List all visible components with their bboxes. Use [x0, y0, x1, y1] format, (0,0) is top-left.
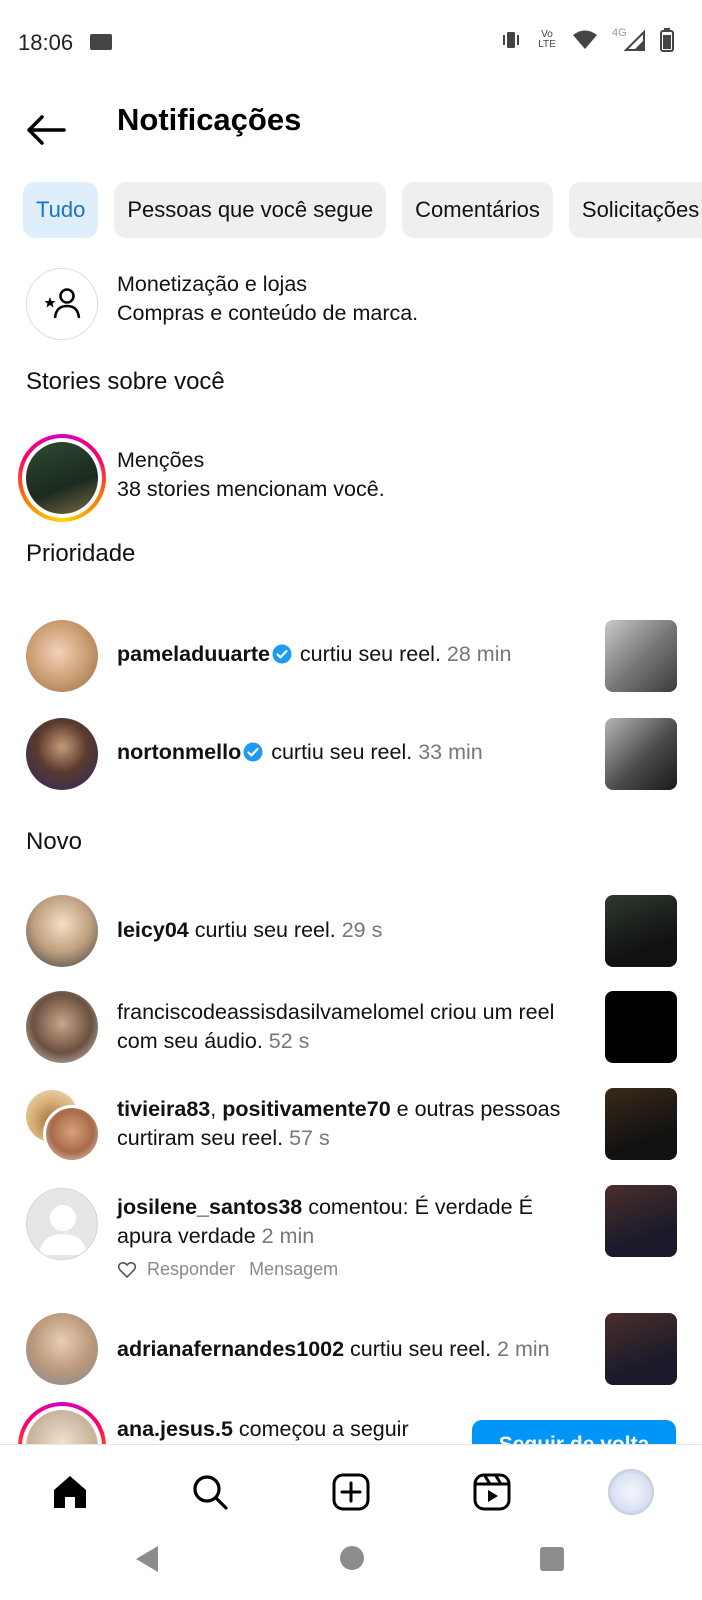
- nav-profile[interactable]: [606, 1467, 656, 1517]
- status-time: 18:06: [18, 30, 74, 55]
- reply-button[interactable]: Responder: [147, 1259, 235, 1280]
- create-post-icon: [332, 1473, 370, 1511]
- section-new: Novo: [26, 828, 83, 855]
- chip-all[interactable]: Tudo: [23, 182, 99, 238]
- reel-thumbnail[interactable]: [605, 718, 677, 790]
- notification-time: 57 s: [289, 1126, 330, 1150]
- reel-thumbnail[interactable]: [605, 895, 677, 967]
- notification-time: 29 s: [341, 918, 383, 942]
- chip-requests[interactable]: Solicitações: [568, 182, 702, 238]
- notification-time: 28 min: [446, 642, 512, 666]
- reel-thumbnail[interactable]: [605, 1088, 677, 1160]
- notification-text[interactable]: pameladuuarte curtiu seu reel. 28 min: [117, 640, 511, 669]
- profile-avatar: [608, 1469, 654, 1515]
- mentions-avatar-image: [26, 442, 98, 514]
- notification-text[interactable]: nortonmello curtiu seu reel. 33 min: [117, 738, 483, 767]
- notification-time: 2 min: [497, 1337, 550, 1361]
- username[interactable]: josilene_santos38: [117, 1195, 302, 1219]
- avatar[interactable]: [26, 1313, 98, 1385]
- reel-thumbnail[interactable]: [605, 1313, 677, 1385]
- page-title: Notificações: [117, 102, 302, 137]
- verified-badge-icon: [243, 742, 263, 762]
- nav-create[interactable]: [326, 1467, 376, 1517]
- comment-actions: Responder Mensagem: [117, 1259, 338, 1280]
- notification-action: curtiu seu reel.: [299, 642, 441, 666]
- chip-following[interactable]: Pessoas que você segue: [114, 182, 387, 238]
- notification-text[interactable]: josilene_santos38 comentou: É verdade É …: [117, 1193, 577, 1251]
- avatar[interactable]: [26, 620, 98, 692]
- username[interactable]: pameladuuarte: [117, 642, 270, 666]
- bottom-navigation: [0, 1444, 702, 1544]
- username[interactable]: positivamente70: [222, 1097, 390, 1121]
- avatar[interactable]: [26, 1188, 98, 1260]
- notification-action: começou a seguir: [238, 1417, 409, 1441]
- monetization-subtitle: Compras e conteúdo de marca.: [117, 301, 419, 325]
- nav-reels[interactable]: [467, 1467, 517, 1517]
- reel-thumbnail[interactable]: [605, 991, 677, 1063]
- chip-comments[interactable]: Comentários: [402, 182, 553, 238]
- status-bar: 18:06 Vo LTE 4G: [0, 0, 702, 88]
- avatar[interactable]: [26, 991, 98, 1063]
- reels-icon: [473, 1473, 511, 1511]
- system-home-icon[interactable]: [340, 1546, 364, 1570]
- notification-text[interactable]: franciscodeassisdasilvamelomel criou um …: [117, 998, 577, 1056]
- vibrate-icon: [503, 32, 519, 48]
- username[interactable]: adrianafernandes1002: [117, 1337, 344, 1361]
- nav-home[interactable]: [45, 1467, 95, 1517]
- system-navigation: [0, 1544, 702, 1600]
- notification-text[interactable]: leicy04 curtiu seu reel. 29 s: [117, 916, 382, 945]
- battery-icon: [660, 28, 674, 52]
- reel-thumbnail[interactable]: [605, 620, 677, 692]
- notification-action: curtiu seu reel.: [194, 918, 336, 942]
- notification-text[interactable]: ana.jesus.5 começou a seguir: [117, 1415, 409, 1444]
- mentions-text[interactable]: Menções 38 stories mencionam você.: [117, 446, 385, 504]
- mentions-subtitle: 38 stories mencionam você.: [117, 477, 385, 501]
- star-person-icon: [44, 288, 81, 319]
- username[interactable]: leicy04: [117, 918, 189, 942]
- notification-action: curtiu seu reel.: [271, 740, 413, 764]
- system-recents-icon[interactable]: [540, 1547, 564, 1571]
- wifi-icon: [573, 30, 597, 49]
- notification-text[interactable]: adrianafernandes1002 curtiu seu reel. 2 …: [117, 1335, 550, 1364]
- mentions-title: Menções: [117, 448, 205, 472]
- username[interactable]: franciscodeassisdasilvamelomel: [117, 1000, 424, 1024]
- mail-notification-icon: [90, 34, 112, 50]
- notification-text[interactable]: tivieira83, positivamente70 e outras pes…: [117, 1095, 577, 1153]
- notification-time: 33 min: [418, 740, 483, 764]
- reel-thumbnail[interactable]: [605, 1185, 677, 1257]
- header: Notificações: [0, 88, 702, 178]
- username[interactable]: ana.jesus.5: [117, 1417, 233, 1441]
- signal-icon: [624, 30, 645, 51]
- avatar[interactable]: [43, 1105, 101, 1163]
- search-icon: [193, 1475, 228, 1510]
- default-user-icon: [39, 1205, 87, 1255]
- monetization-text[interactable]: Monetização e lojas Compras e conteúdo d…: [117, 270, 418, 328]
- nav-search[interactable]: [185, 1467, 235, 1517]
- notification-action: curtiu seu reel.: [350, 1337, 492, 1361]
- status-icons: Vo LTE 4G: [500, 28, 674, 52]
- volte-label: Vo LTE: [538, 29, 556, 50]
- system-back-icon[interactable]: [136, 1546, 158, 1572]
- username[interactable]: tivieira83: [117, 1097, 210, 1121]
- heart-icon[interactable]: [117, 1260, 137, 1280]
- avatar[interactable]: [26, 895, 98, 967]
- message-button[interactable]: Mensagem: [249, 1259, 338, 1280]
- signal-indicator: 4G: [612, 28, 646, 52]
- mentions-story-avatar[interactable]: [18, 434, 106, 522]
- notification-time: 52 s: [268, 1029, 310, 1053]
- monetization-title: Monetização e lojas: [117, 272, 308, 296]
- notification-time: 2 min: [261, 1224, 315, 1248]
- back-arrow-icon[interactable]: [24, 108, 68, 152]
- section-stories: Stories sobre você: [26, 368, 225, 395]
- username[interactable]: nortonmello: [117, 740, 241, 764]
- filter-chips: Tudo Pessoas que você segue Comentários Sol…: [23, 182, 702, 238]
- avatar[interactable]: [26, 718, 98, 790]
- home-icon: [54, 1476, 86, 1508]
- section-priority: Prioridade: [26, 540, 136, 567]
- verified-badge-icon: [272, 644, 292, 664]
- monetization-icon[interactable]: [26, 268, 98, 340]
